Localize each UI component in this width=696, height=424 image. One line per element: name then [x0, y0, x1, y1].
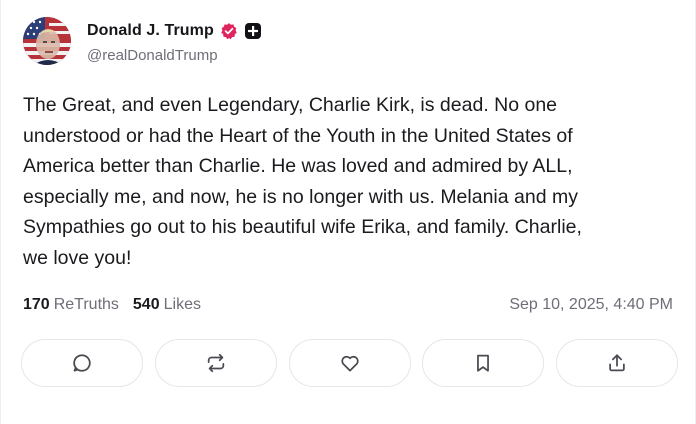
retruths-count: 170 — [23, 296, 50, 313]
author-handle[interactable]: @realDonaldTrump — [87, 47, 218, 64]
post-card: Donald J. Trump @realDonaldTrump The Gre… — [0, 0, 696, 424]
retruth-button[interactable] — [154, 339, 277, 387]
author-row: Donald J. Trump — [87, 19, 262, 43]
retruths-label: ReTruths — [53, 296, 119, 313]
share-button[interactable] — [556, 339, 678, 387]
post-stats: 170 ReTruths 540 Likes — [23, 296, 201, 314]
comment-icon — [73, 354, 91, 372]
display-name[interactable]: Donald J. Trump — [87, 22, 214, 40]
reply-button[interactable] — [21, 339, 143, 387]
post-text: The Great, and even Legendary, Charlie K… — [23, 94, 582, 269]
bookmark-icon — [477, 354, 490, 372]
post-timestamp[interactable]: Sep 10, 2025, 4:40 PM — [509, 296, 673, 314]
avatar-image — [23, 17, 71, 65]
heart-icon — [340, 355, 359, 372]
likes-label: Likes — [163, 296, 201, 313]
bookmark-button[interactable] — [422, 339, 545, 387]
likes-count: 540 — [132, 296, 160, 313]
share-icon — [609, 354, 625, 372]
verified-badge-icon — [220, 22, 238, 40]
repost-icon — [207, 353, 224, 373]
avatar[interactable] — [23, 17, 71, 65]
retruths-stat[interactable]: 170 ReTruths — [23, 296, 119, 314]
plus-badge-icon — [244, 22, 262, 40]
likes-stat[interactable]: 540 Likes — [133, 296, 201, 314]
like-button[interactable] — [288, 339, 411, 387]
action-bar — [21, 339, 678, 387]
